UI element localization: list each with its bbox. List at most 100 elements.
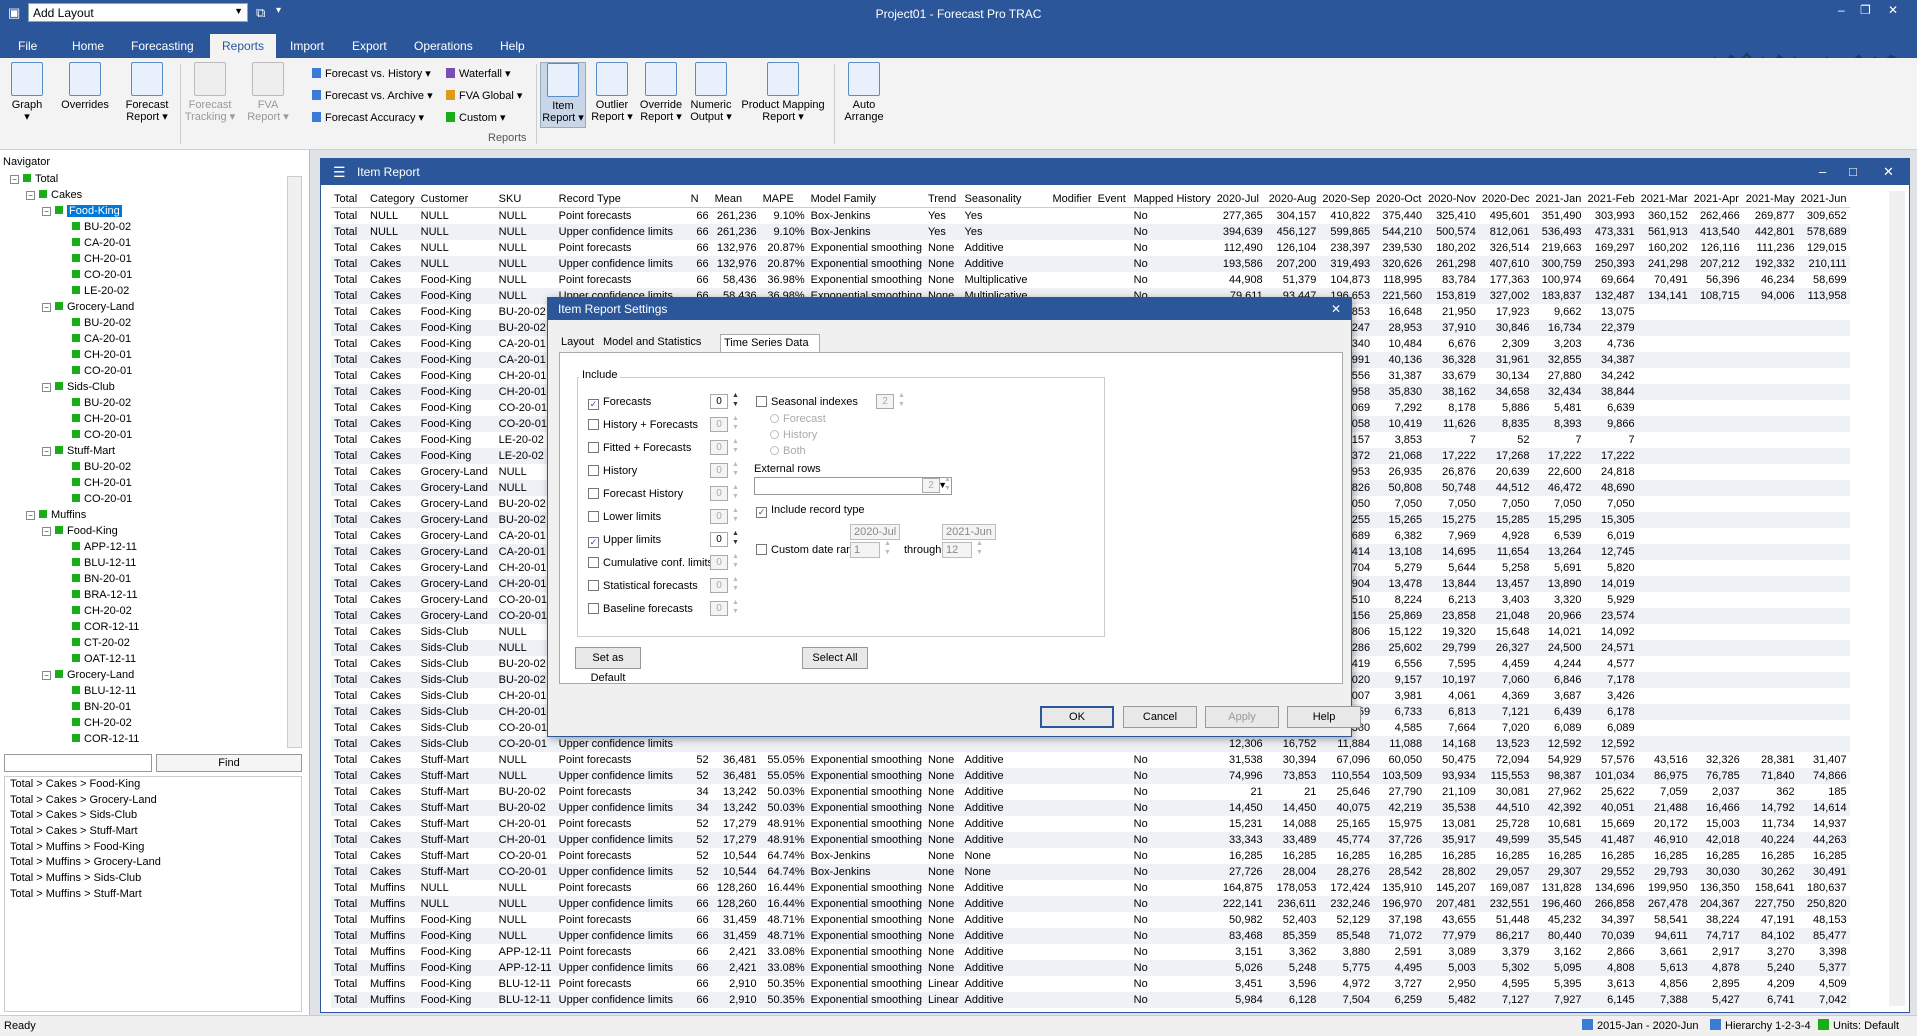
path-item[interactable]: Total > Cakes > Stuff-Mart: [5, 824, 301, 840]
minimize-icon[interactable]: –: [1838, 3, 1845, 17]
lower-limits-checkbox[interactable]: Lower limits: [588, 511, 661, 523]
spin-down-icon[interactable]: ▼: [732, 562, 739, 569]
table-row[interactable]: Total Muffins NULL NULL Upper confidence lim…: [331, 896, 1850, 912]
table-row[interactable]: Total Muffins Food-King NULL Upper confidenc…: [331, 928, 1850, 944]
override-report-button[interactable]: Override Report ▾: [636, 62, 686, 123]
outlier-report-button[interactable]: Outlier Report ▾: [590, 62, 634, 123]
table-row[interactable]: Total Cakes Stuff-Mart BU-20-02 Point foreca…: [331, 784, 1850, 800]
column-header[interactable]: Category: [367, 191, 418, 208]
column-header[interactable]: Modifier: [1049, 191, 1095, 208]
column-header[interactable]: 2021-Feb: [1584, 191, 1638, 208]
forecasts-checkbox[interactable]: ✓ Forecasts: [588, 396, 651, 410]
spin-up-icon[interactable]: ▲: [732, 530, 739, 537]
cancel-button[interactable]: Cancel: [1123, 706, 1197, 728]
baseline-forecasts-checkbox[interactable]: Baseline forecasts: [588, 603, 693, 615]
tree-node[interactable]: − Stuff-Mart: [42, 444, 115, 459]
column-header[interactable]: Event: [1094, 191, 1131, 208]
column-header[interactable]: Total: [331, 191, 367, 208]
tree-node[interactable]: CH-20-01: [72, 412, 132, 427]
table-row[interactable]: Total NULL NULL NULL Point forecasts 66 261,23…: [331, 208, 1850, 225]
tree-node[interactable]: BLU-12-11: [72, 684, 136, 699]
column-header[interactable]: 2020-Nov: [1425, 191, 1479, 208]
table-row[interactable]: Total Muffins NULL NULL Point forecasts 66 128…: [331, 880, 1850, 896]
ok-button[interactable]: OK: [1040, 706, 1114, 728]
tab-layout[interactable]: Layout: [558, 334, 598, 352]
seasonal-indexes-spinner[interactable]: 2: [876, 394, 894, 409]
collapse-icon[interactable]: −: [26, 511, 35, 520]
product-mapping-report-button[interactable]: Product Mapping Report ▾: [738, 62, 828, 123]
spin-up-icon[interactable]: ▲: [732, 576, 739, 583]
column-header[interactable]: 2021-Jan: [1532, 191, 1585, 208]
column-header[interactable]: 2020-Jul: [1213, 191, 1266, 208]
set-as-default-button[interactable]: Set as Default: [575, 647, 641, 684]
menu-export[interactable]: Export: [352, 39, 387, 53]
spin-up-icon[interactable]: ▲: [898, 392, 905, 399]
tree-node[interactable]: CH-20-01: [72, 348, 132, 363]
path-item[interactable]: Total > Muffins > Stuff-Mart: [5, 887, 301, 903]
spin-up-icon[interactable]: ▲: [732, 484, 739, 491]
column-header[interactable]: Mapped History: [1130, 191, 1214, 208]
column-header[interactable]: 2020-Oct: [1373, 191, 1426, 208]
forecast-report-button[interactable]: Forecast Report ▾: [122, 62, 172, 123]
numeric-output-button[interactable]: Numeric Output ▾: [686, 62, 736, 123]
overrides-button[interactable]: Overrides: [60, 62, 110, 111]
column-header[interactable]: N: [687, 191, 712, 208]
column-header[interactable]: 2020-Dec: [1478, 191, 1533, 208]
spin-up-icon[interactable]: ▲: [976, 540, 983, 547]
minimize-icon[interactable]: –: [1819, 159, 1826, 185]
spin-down-icon[interactable]: ▼: [732, 585, 739, 592]
tree-node[interactable]: CO-20-01: [72, 364, 132, 379]
maximize-icon[interactable]: □: [1849, 159, 1857, 185]
table-row[interactable]: Total Muffins Food-King APP-12-11 Upper conf…: [331, 960, 1850, 976]
column-header[interactable]: MAPE: [759, 191, 808, 208]
table-row[interactable]: Total Muffins Food-King BLU-12-11 Upper conf…: [331, 992, 1850, 1008]
statistical-forecasts-checkbox[interactable]: Statistical forecasts: [588, 580, 698, 592]
table-row[interactable]: Total Muffins Food-King NULL Point forecasts…: [331, 912, 1850, 928]
table-row[interactable]: Total Cakes NULL NULL Point forecasts 66 132,9…: [331, 240, 1850, 256]
close-icon[interactable]: ✕: [1883, 159, 1894, 185]
path-item[interactable]: Total > Muffins > Food-King: [5, 840, 301, 856]
find-button[interactable]: Find: [156, 754, 302, 772]
tree-node[interactable]: APP-12-11: [72, 540, 137, 555]
spin-up-icon[interactable]: ▲: [732, 461, 739, 468]
column-header[interactable]: 2021-Jun: [1797, 191, 1850, 208]
tree-node[interactable]: − Food-King: [42, 524, 118, 539]
table-row[interactable]: Total Cakes Stuff-Mart NULL Point forecasts 5…: [331, 752, 1850, 768]
tree-node[interactable]: − Total: [10, 172, 58, 187]
cumulative-conf-limits-spinner[interactable]: 0: [710, 555, 728, 570]
menu-icon[interactable]: ☰: [333, 159, 346, 185]
tab-time-series-data[interactable]: Time Series Data: [720, 334, 820, 353]
column-header[interactable]: SKU: [495, 191, 556, 208]
fitted-forecasts-spinner[interactable]: 0: [710, 440, 728, 455]
collapse-icon[interactable]: −: [10, 175, 19, 184]
spin-up-icon[interactable]: ▲: [732, 392, 739, 399]
menu-operations[interactable]: Operations: [414, 39, 473, 53]
spin-down-icon[interactable]: ▼: [898, 401, 905, 408]
tree-node[interactable]: CT-20-02: [72, 636, 130, 651]
spin-up-icon[interactable]: ▲: [732, 507, 739, 514]
tree-node[interactable]: COR-12-11: [72, 620, 139, 635]
date-range-status[interactable]: 2015-Jan - 2020-Jun: [1582, 1016, 1699, 1036]
forecast-history-spinner[interactable]: 0: [710, 486, 728, 501]
both-radio[interactable]: Both: [770, 445, 806, 457]
report-scrollbar[interactable]: [1889, 191, 1905, 1006]
tree-node[interactable]: CA-20-01: [72, 236, 131, 251]
forecast-tracking-button[interactable]: Forecast Tracking ▾: [184, 62, 236, 123]
tree-node[interactable]: LE-20-02: [72, 284, 129, 299]
column-header[interactable]: 2020-Sep: [1319, 191, 1374, 208]
tree-node[interactable]: − Sids-Club: [42, 380, 115, 395]
table-row[interactable]: Total Cakes NULL NULL Upper confidence limit…: [331, 256, 1850, 272]
path-item[interactable]: Total > Muffins > Grocery-Land: [5, 855, 301, 871]
baseline-forecasts-spinner[interactable]: 0: [710, 601, 728, 616]
tree-node[interactable]: CH-20-02: [72, 604, 132, 619]
history-checkbox[interactable]: History: [588, 465, 637, 477]
spin-down-icon[interactable]: ▼: [732, 447, 739, 454]
forecast-vs-history-button[interactable]: Forecast vs. History ▾: [312, 67, 431, 80]
tree-node[interactable]: BU-20-02: [72, 396, 131, 411]
spin-down-icon[interactable]: ▼: [732, 608, 739, 615]
restore-icon[interactable]: ❐: [1860, 3, 1871, 17]
tree-node[interactable]: CH-20-01: [72, 252, 132, 267]
graph-button[interactable]: Graph ▾: [8, 62, 46, 123]
spin-down-icon[interactable]: ▼: [732, 516, 739, 523]
collapse-icon[interactable]: −: [26, 191, 35, 200]
